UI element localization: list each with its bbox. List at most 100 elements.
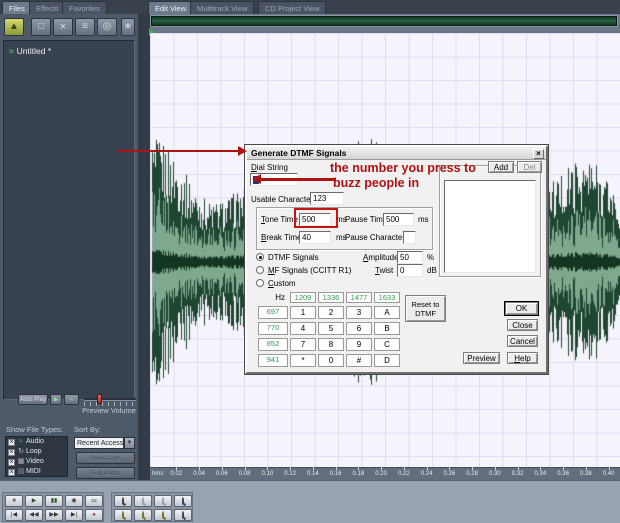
pause-character-input[interactable]: [403, 231, 416, 244]
file-type-midi[interactable]: × ▤ MIDI: [8, 467, 67, 477]
col-freq[interactable]: 1477: [346, 292, 372, 303]
row-freq[interactable]: 941: [258, 354, 288, 367]
video-checkbox[interactable]: ×: [8, 459, 15, 466]
break-time-input[interactable]: 40: [299, 231, 331, 244]
file-type-audio[interactable]: × ≈ Audio: [8, 437, 67, 447]
keypad-key-1[interactable]: 1: [290, 306, 316, 319]
zoom-out-button[interactable]: [134, 495, 152, 507]
tab-files[interactable]: Files: [2, 1, 32, 14]
full-paths-button[interactable]: Full Paths: [76, 467, 135, 479]
del-preset-button[interactable]: Del: [517, 161, 542, 173]
amplitude-input[interactable]: 50: [397, 251, 423, 264]
go-to-end-button[interactable]: ▶|: [65, 509, 83, 521]
preview-play-button[interactable]: ▶: [50, 394, 62, 405]
row-freq[interactable]: 852: [258, 338, 288, 351]
ruler-tick: 0.36: [552, 467, 575, 480]
tab-effects[interactable]: Effects: [29, 1, 66, 14]
stop-button[interactable]: ■: [5, 495, 23, 507]
twist-input[interactable]: 0: [397, 264, 423, 277]
tab-multitrack-view[interactable]: Multitrack View: [190, 1, 255, 14]
zoom-in-button[interactable]: [114, 495, 132, 507]
keypad-key-8[interactable]: 8: [318, 338, 344, 351]
keypad-key-9[interactable]: 9: [346, 338, 372, 351]
fast-forward-button[interactable]: ▶▶: [45, 509, 63, 521]
mf-signals-radio[interactable]: [256, 266, 264, 274]
zoom-full-button[interactable]: [154, 495, 172, 507]
keypad-key-0[interactable]: 0: [318, 354, 344, 367]
help-button[interactable]: Help: [507, 352, 538, 364]
play-from-cursor-button[interactable]: ◉: [65, 495, 83, 507]
col-freq[interactable]: 1336: [318, 292, 344, 303]
row-freq[interactable]: 697: [258, 306, 288, 319]
keypad-key-star[interactable]: *: [290, 354, 316, 367]
row-freq[interactable]: 770: [258, 322, 288, 335]
tab-edit-view[interactable]: Edit View: [148, 1, 194, 14]
zoom-left-edge-button[interactable]: [134, 509, 152, 521]
preview-volume-handle[interactable]: [97, 394, 102, 404]
go-to-start-button[interactable]: |◀: [5, 509, 23, 521]
record-button[interactable]: ●: [85, 509, 103, 521]
custom-label: Custom: [268, 279, 296, 288]
keypad-key-7[interactable]: 7: [290, 338, 316, 351]
sort-by-select[interactable]: Recent Access: [74, 437, 124, 449]
cancel-button[interactable]: Cancel: [507, 335, 538, 347]
preview-button[interactable]: Preview: [463, 352, 500, 364]
preview-loop-button[interactable]: ∞: [64, 394, 79, 405]
overview-navigator-bar[interactable]: [150, 15, 618, 27]
close-file-button[interactable]: ×: [53, 18, 73, 36]
insert-multitrack-button[interactable]: ≡: [75, 18, 95, 36]
keypad-key-D[interactable]: D: [374, 354, 400, 367]
ruler-tick: 0.30: [484, 467, 507, 480]
keypad-key-B[interactable]: B: [374, 322, 400, 335]
close-icon[interactable]: ×: [533, 149, 544, 159]
add-preset-button[interactable]: Add: [488, 161, 514, 173]
options-button[interactable]: ∗: [121, 18, 135, 36]
keypad-key-C[interactable]: C: [374, 338, 400, 351]
usable-characters-input[interactable]: 123: [310, 192, 344, 205]
pause-button[interactable]: ▮▮: [45, 495, 63, 507]
keypad-key-5[interactable]: 5: [318, 322, 344, 335]
audio-checkbox[interactable]: ×: [8, 439, 15, 446]
file-list[interactable]: ≈ Untitled *: [3, 40, 135, 400]
chevron-down-icon[interactable]: ▼: [124, 437, 135, 449]
col-freq[interactable]: 1633: [374, 292, 400, 303]
keypad-key-3[interactable]: 3: [346, 306, 372, 319]
keypad-key-2[interactable]: 2: [318, 306, 344, 319]
file-type-loop[interactable]: × ↻ Loop: [8, 447, 67, 457]
auto-play-button[interactable]: Auto Play: [18, 394, 48, 405]
midi-checkbox[interactable]: ×: [8, 469, 15, 476]
reset-to-dtmf-button[interactable]: Reset to DTMF: [405, 295, 446, 322]
zoom-right-edge-button[interactable]: [154, 509, 172, 521]
pause-time-input[interactable]: 500: [383, 213, 414, 226]
close-button[interactable]: Close: [507, 319, 538, 331]
play-looped-button[interactable]: ∞: [85, 495, 103, 507]
dial-string-arrow-head: [252, 174, 261, 184]
zoom-in-horizontal-button[interactable]: [114, 509, 132, 521]
loop-checkbox[interactable]: ×: [8, 449, 15, 456]
preview-volume-slider[interactable]: [84, 398, 136, 401]
keypad-key-hash[interactable]: #: [346, 354, 372, 367]
keypad-key-6[interactable]: 6: [346, 322, 372, 335]
keypad-key-4[interactable]: 4: [290, 322, 316, 335]
file-type-video[interactable]: × ▦ Video: [8, 457, 67, 467]
list-item[interactable]: ≈ Untitled *: [9, 46, 51, 56]
show-opts-button[interactable]: Show Opts: [76, 452, 135, 464]
custom-radio[interactable]: [256, 279, 264, 287]
import-file-button[interactable]: ▲: [4, 18, 24, 36]
zoom-to-selection-button[interactable]: [174, 495, 192, 507]
zoom-vertical-button[interactable]: [174, 509, 192, 521]
insert-cd-button[interactable]: ◎: [97, 18, 117, 36]
panel-splitter[interactable]: [138, 14, 150, 480]
rewind-button[interactable]: ◀◀: [25, 509, 43, 521]
dtmf-signals-radio[interactable]: [256, 253, 264, 261]
tab-favorites[interactable]: Favorites: [62, 1, 107, 14]
new-file-button[interactable]: □: [31, 18, 51, 36]
presets-list[interactable]: [444, 180, 536, 273]
tab-cd-project-view[interactable]: CD Project View: [258, 1, 327, 14]
ok-button[interactable]: OK: [505, 302, 538, 315]
dialog-title[interactable]: Generate DTMF Signals: [247, 147, 546, 160]
timeline-ruler[interactable]: hms 0.02 0.04 0.06 0.08 0.10 0.12 0.14 0…: [150, 467, 620, 480]
keypad-key-A[interactable]: A: [374, 306, 400, 319]
col-freq[interactable]: 1209: [290, 292, 316, 303]
play-button[interactable]: ▶: [25, 495, 43, 507]
